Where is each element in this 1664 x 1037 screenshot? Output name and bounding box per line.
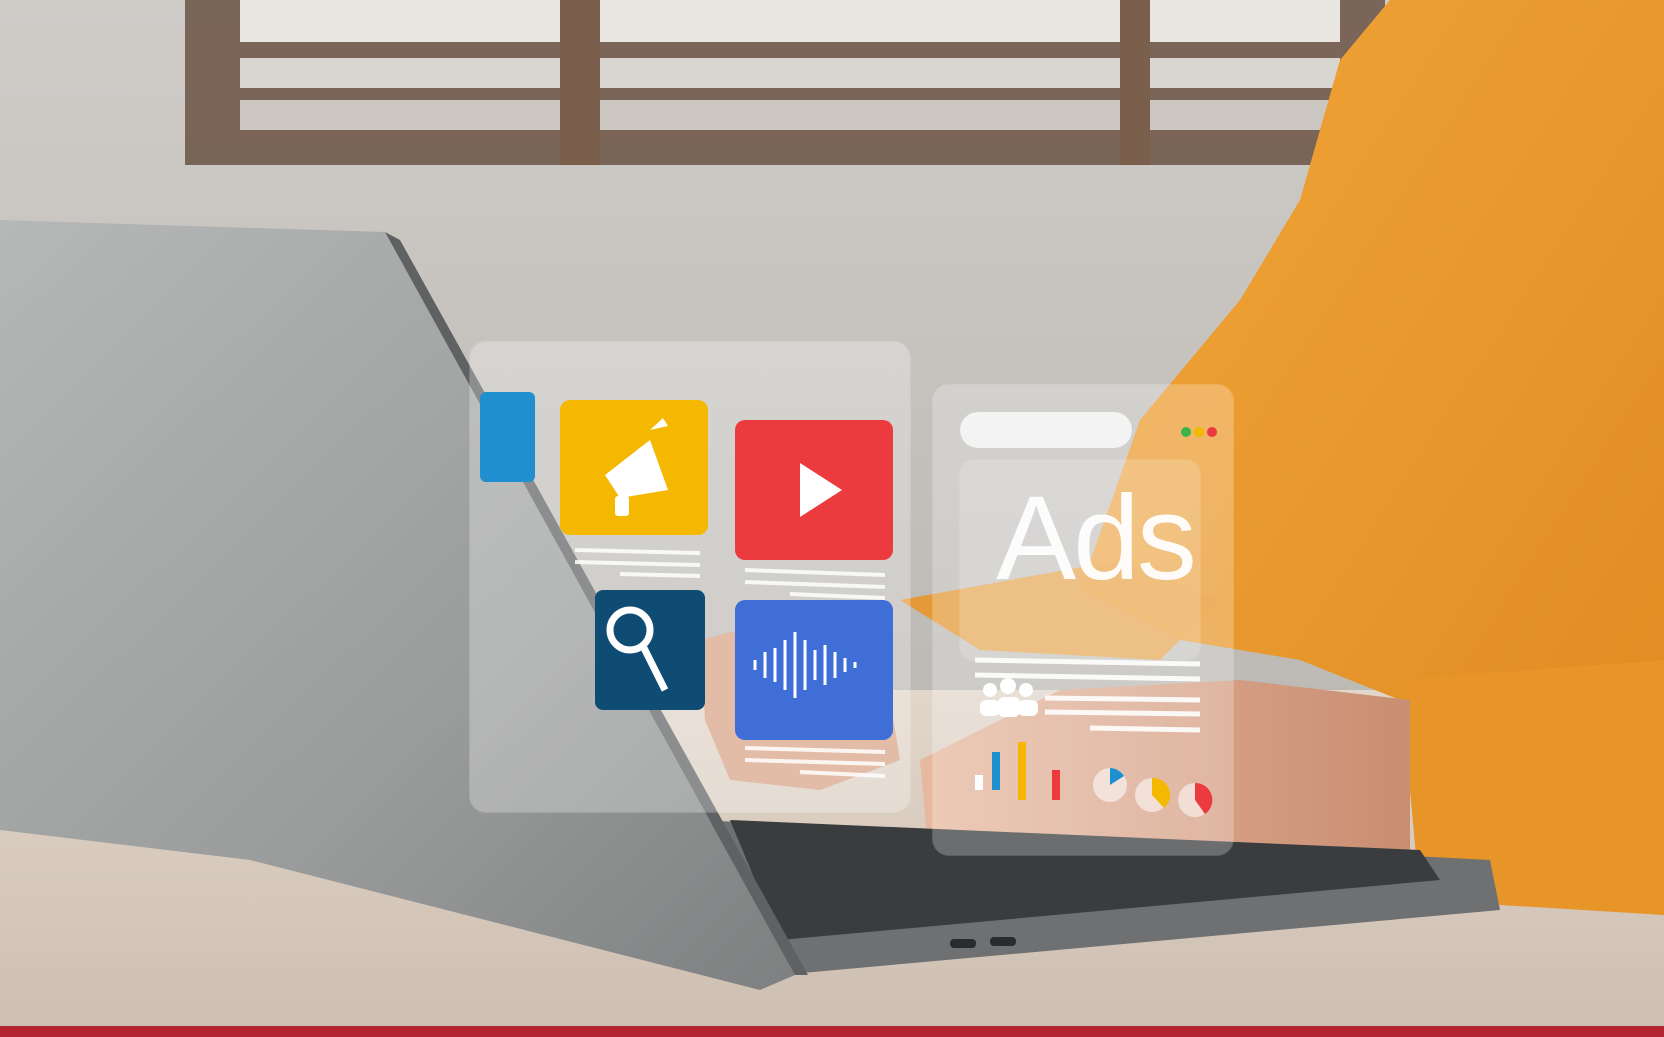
holographic-ads-window: [932, 384, 1234, 856]
window-dot-green: [1181, 427, 1191, 437]
address-bar: [960, 412, 1132, 448]
holographic-panel-left: [469, 341, 911, 813]
advertising-photo-scene: Ads: [0, 0, 1664, 1037]
search-tile: [595, 590, 705, 710]
window-dot-red: [1207, 427, 1217, 437]
window-dot-yellow: [1194, 427, 1204, 437]
partial-blue-tile: [480, 392, 535, 482]
bottom-accent-bar: [0, 1026, 1664, 1037]
window-blinds: [185, 0, 1385, 165]
photo-illustration: [0, 0, 1664, 1026]
ads-label: Ads: [996, 471, 1197, 605]
